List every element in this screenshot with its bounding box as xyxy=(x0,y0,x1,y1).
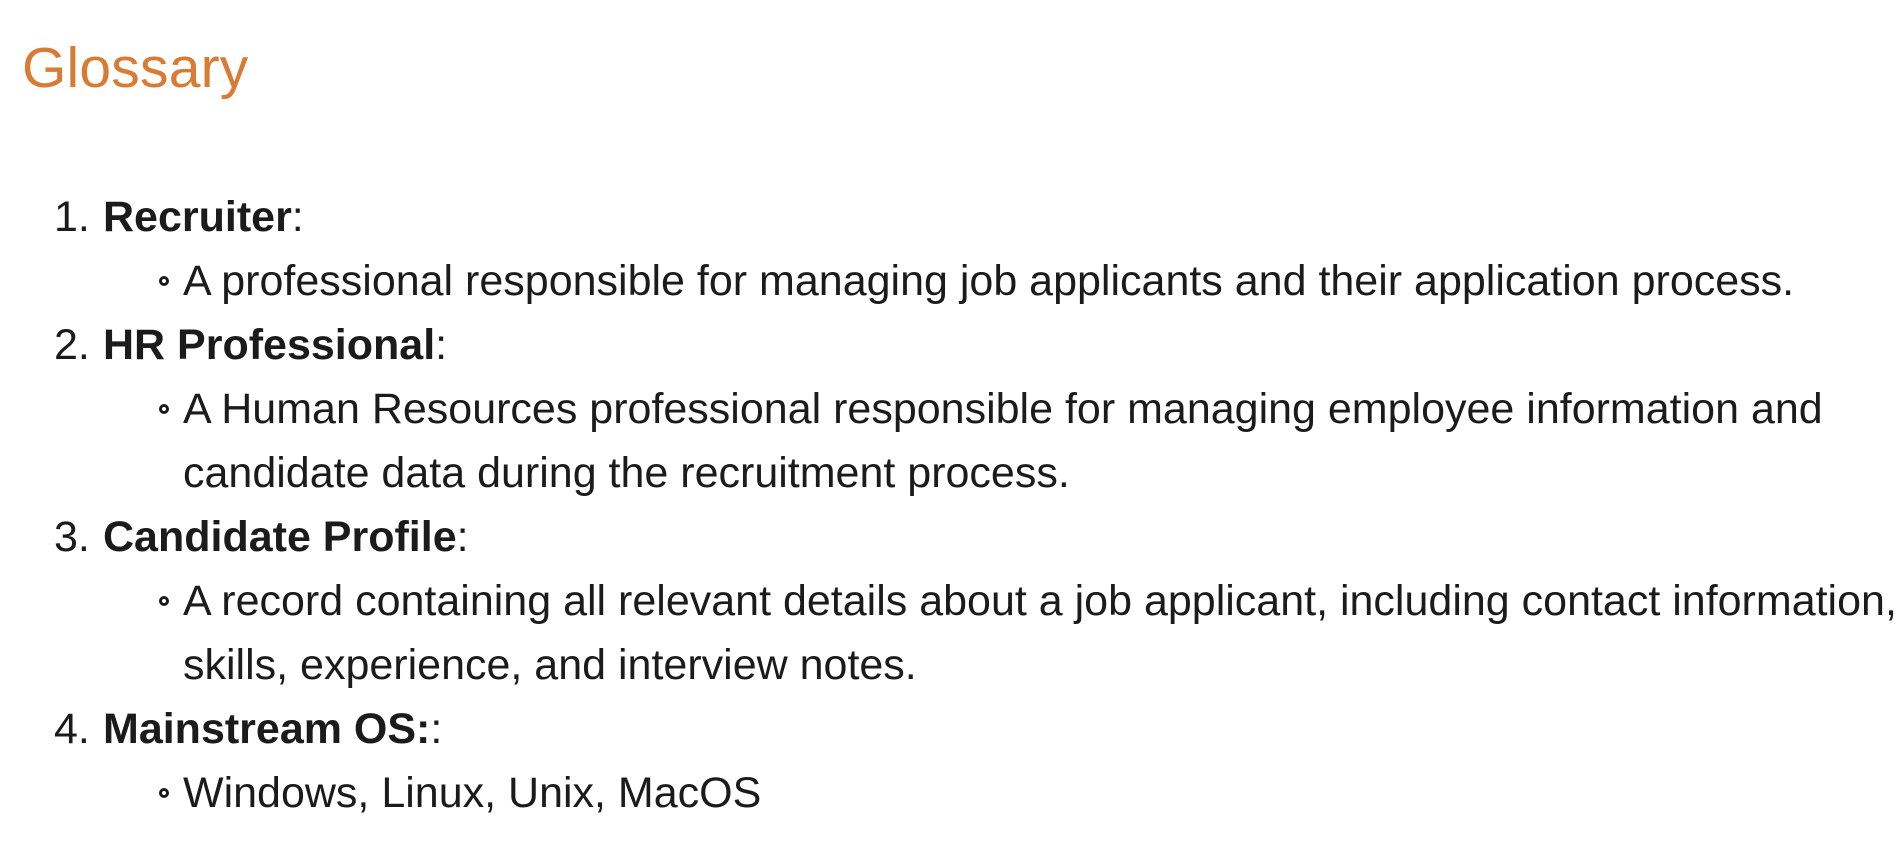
hollow-circle-bullet-icon xyxy=(159,404,169,414)
term-colon: : xyxy=(435,321,448,369)
term-number: 1. xyxy=(54,193,90,241)
term-heading: 4. Mainstream OS:: xyxy=(54,697,1902,761)
definition-item: A professional responsible for managing … xyxy=(103,249,1902,313)
glossary-item-mainstream-os: 4. Mainstream OS:: Windows, Linux, Unix,… xyxy=(22,697,1902,825)
term-colon: : xyxy=(291,193,304,241)
definition-item: A record containing all relevant details… xyxy=(103,569,1902,697)
term-heading: 1. Recruiter: xyxy=(54,185,1902,249)
definition-list: A Human Resources professional responsib… xyxy=(103,377,1902,505)
hollow-circle-bullet-icon xyxy=(159,596,169,606)
term-colon: : xyxy=(430,705,443,753)
glossary-item-hr-professional: 2. HR Professional: A Human Resources pr… xyxy=(22,313,1902,505)
definition-text: Windows, Linux, Unix, MacOS xyxy=(183,769,762,817)
term-colon: : xyxy=(456,513,469,561)
term-name: HR Professional xyxy=(103,321,436,369)
definition-item: A Human Resources professional responsib… xyxy=(103,377,1902,505)
glossary-list: 1. Recruiter: A professional responsible… xyxy=(22,185,1902,825)
glossary-page: Glossary 1. Recruiter: A professional re… xyxy=(0,0,1902,844)
term-name: Mainstream OS: xyxy=(103,705,431,753)
page-title: Glossary xyxy=(22,36,249,100)
definition-list: A record containing all relevant details… xyxy=(103,569,1902,697)
definition-list: A professional responsible for managing … xyxy=(103,249,1902,313)
term-name: Candidate Profile xyxy=(103,513,457,561)
definition-item: Windows, Linux, Unix, MacOS xyxy=(103,761,1902,825)
hollow-circle-bullet-icon xyxy=(159,276,169,286)
glossary-item-recruiter: 1. Recruiter: A professional responsible… xyxy=(22,185,1902,313)
definition-text: A professional responsible for managing … xyxy=(183,257,1795,305)
definition-list: Windows, Linux, Unix, MacOS xyxy=(103,761,1902,825)
term-number: 2. xyxy=(54,321,90,369)
glossary-item-candidate-profile: 3. Candidate Profile: A record containin… xyxy=(22,505,1902,697)
term-name: Recruiter xyxy=(103,193,292,241)
term-heading: 3. Candidate Profile: xyxy=(54,505,1902,569)
definition-text: A Human Resources professional responsib… xyxy=(183,385,1823,497)
hollow-circle-bullet-icon xyxy=(159,788,169,798)
term-number: 3. xyxy=(54,513,90,561)
definition-text: A record containing all relevant details… xyxy=(183,577,1897,689)
term-number: 4. xyxy=(54,705,90,753)
term-heading: 2. HR Professional: xyxy=(54,313,1902,377)
